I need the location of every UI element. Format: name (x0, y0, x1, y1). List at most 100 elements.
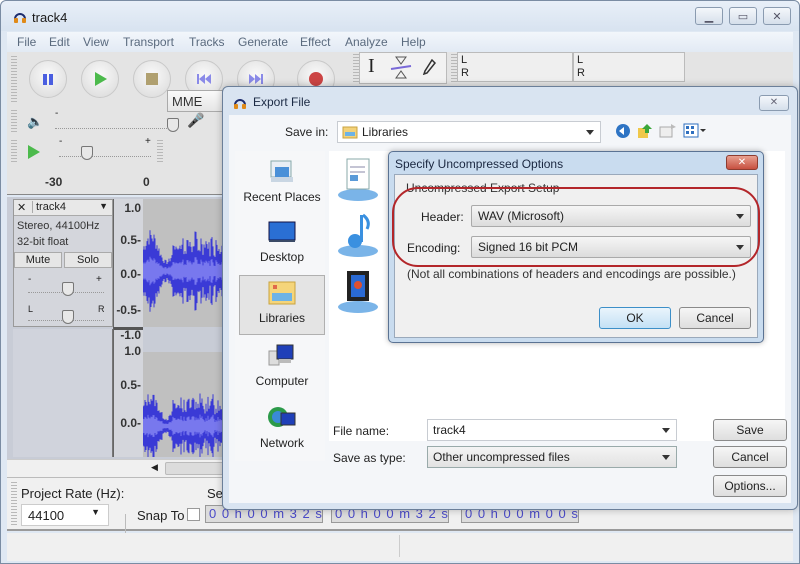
encoding-label: Encoding: (407, 241, 461, 255)
horizontal-scrollbar[interactable]: ◀ (7, 459, 225, 477)
new-folder-icon[interactable] (659, 123, 677, 139)
file-name-label: File name: (333, 424, 390, 438)
play-icon (95, 72, 107, 86)
videos-library-icon[interactable] (335, 267, 381, 315)
track-close-icon[interactable]: ✕ (17, 201, 26, 214)
chevron-down-icon (736, 214, 744, 219)
scale-label: 1.0 (124, 344, 141, 358)
place-computer[interactable]: Computer (239, 339, 325, 397)
menu-analyze[interactable]: Analyze (345, 35, 388, 49)
scroll-left-arrow-icon[interactable]: ◀ (151, 462, 158, 473)
menu-tracks[interactable]: Tracks (189, 35, 225, 49)
scale-label: 0.5- (120, 233, 141, 247)
documents-library-icon[interactable] (335, 155, 381, 203)
play-button[interactable] (81, 60, 119, 98)
tools-toolbar: I (359, 52, 447, 84)
place-recent-places[interactable]: Recent Places (239, 155, 325, 213)
speed-plus-label: + (145, 136, 151, 147)
gain-minus-label: - (28, 274, 32, 285)
pause-icon (43, 74, 53, 85)
timeline-ruler[interactable]: -30 0 (7, 171, 225, 195)
menu-edit[interactable]: Edit (49, 35, 70, 49)
window-title: track4 (32, 10, 68, 25)
solo-button[interactable]: Solo (64, 252, 112, 268)
minimize-icon: ▁ (704, 10, 714, 23)
playback-volume-slider[interactable] (55, 128, 175, 129)
scale-label: 0.5- (120, 378, 141, 392)
save-in-combo[interactable]: Libraries (337, 121, 601, 143)
scroll-thumb[interactable] (165, 462, 225, 475)
ok-button[interactable]: OK (599, 307, 671, 329)
waveform-channel-right[interactable] (143, 352, 225, 457)
pause-button[interactable] (29, 60, 67, 98)
gain-knob[interactable] (62, 282, 74, 296)
audacity-headphones-icon (234, 99, 246, 109)
menu-file[interactable]: File (17, 35, 36, 49)
options-close-button[interactable]: ✕ (726, 155, 758, 170)
export-dialog-title: Export File (253, 95, 311, 109)
export-close-button[interactable]: ✕ (759, 95, 789, 111)
toolbar-grip[interactable] (11, 56, 17, 104)
project-rate-combo[interactable]: 44100 ▼ (21, 504, 109, 526)
play-speed-knob[interactable] (81, 146, 93, 160)
recording-meter[interactable]: L R (573, 52, 685, 82)
draw-tool-icon[interactable] (422, 59, 436, 75)
menu-effect[interactable]: Effect (300, 35, 330, 49)
speed-minus-label: - (59, 136, 63, 147)
status-bar (7, 533, 793, 561)
device-grip[interactable] (11, 140, 17, 164)
speaker-icon: 🔈 (27, 114, 44, 129)
maximize-button[interactable]: ▭ (729, 7, 757, 25)
envelope-tool-icon[interactable] (390, 56, 412, 80)
microphone-icon: 🎤 (187, 112, 205, 128)
header-label: Header: (421, 210, 464, 224)
save-as-type-select[interactable]: Other uncompressed files (427, 446, 677, 468)
track-control-panel: ✕ track4 ▼ Stereo, 44100Hz 32-bit float … (13, 199, 113, 327)
export-setup-group-label: Uncompressed Export Setup (406, 181, 560, 195)
track-menu-arrow-icon[interactable]: ▼ (99, 201, 108, 211)
chevron-down-icon (586, 130, 594, 135)
close-button[interactable]: ✕ (763, 7, 791, 25)
menu-transport[interactable]: Transport (123, 35, 174, 49)
menu-help[interactable]: Help (401, 35, 426, 49)
skip-to-start-icon (197, 74, 211, 84)
stop-button[interactable] (133, 60, 171, 98)
play-at-speed-icon[interactable] (27, 144, 41, 160)
mute-button[interactable]: Mute (14, 252, 62, 268)
options-button[interactable]: Options... (713, 475, 787, 497)
device-grip-2[interactable] (157, 140, 163, 164)
place-desktop[interactable]: Desktop (239, 215, 325, 273)
options-cancel-button[interactable]: Cancel (679, 307, 751, 329)
music-library-icon[interactable] (335, 211, 381, 259)
minimize-button[interactable]: ▁ (695, 7, 723, 25)
save-button[interactable]: Save (713, 419, 787, 441)
place-network[interactable]: Network (239, 401, 325, 459)
title-bar: track4 ▁ ▭ ✕ (1, 1, 799, 31)
menu-generate[interactable]: Generate (238, 35, 288, 49)
audio-host-combo[interactable]: MME (167, 90, 229, 112)
encoding-select[interactable]: Signed 16 bit PCM (471, 236, 751, 258)
menu-view[interactable]: View (83, 35, 109, 49)
place-label: Recent Places (243, 190, 321, 204)
selection-tool-icon[interactable]: I (368, 55, 375, 78)
play-speed-slider[interactable] (59, 156, 151, 157)
file-name-input[interactable]: track4 (427, 419, 677, 441)
cancel-button[interactable]: Cancel (713, 446, 787, 468)
place-label: Computer (255, 374, 309, 388)
back-arrow-icon[interactable] (615, 123, 631, 139)
place-label: Network (259, 436, 304, 450)
header-select[interactable]: WAV (Microsoft) (471, 205, 751, 227)
meter-left-label: L (461, 54, 468, 66)
up-folder-icon[interactable] (637, 123, 653, 139)
place-libraries[interactable]: Libraries (239, 275, 325, 335)
waveform-channel-left[interactable] (143, 199, 225, 327)
pan-knob[interactable] (62, 310, 74, 324)
save-in-value: Libraries (362, 125, 409, 139)
playback-volume-knob[interactable] (167, 118, 179, 132)
track-name[interactable]: track4 (32, 201, 66, 213)
selection-grip[interactable] (11, 482, 17, 526)
view-menu-icon[interactable] (683, 123, 707, 139)
mixer-grip[interactable] (11, 110, 17, 134)
playback-meter[interactable]: L R (457, 52, 573, 82)
snap-to-checkbox[interactable] (187, 508, 200, 521)
